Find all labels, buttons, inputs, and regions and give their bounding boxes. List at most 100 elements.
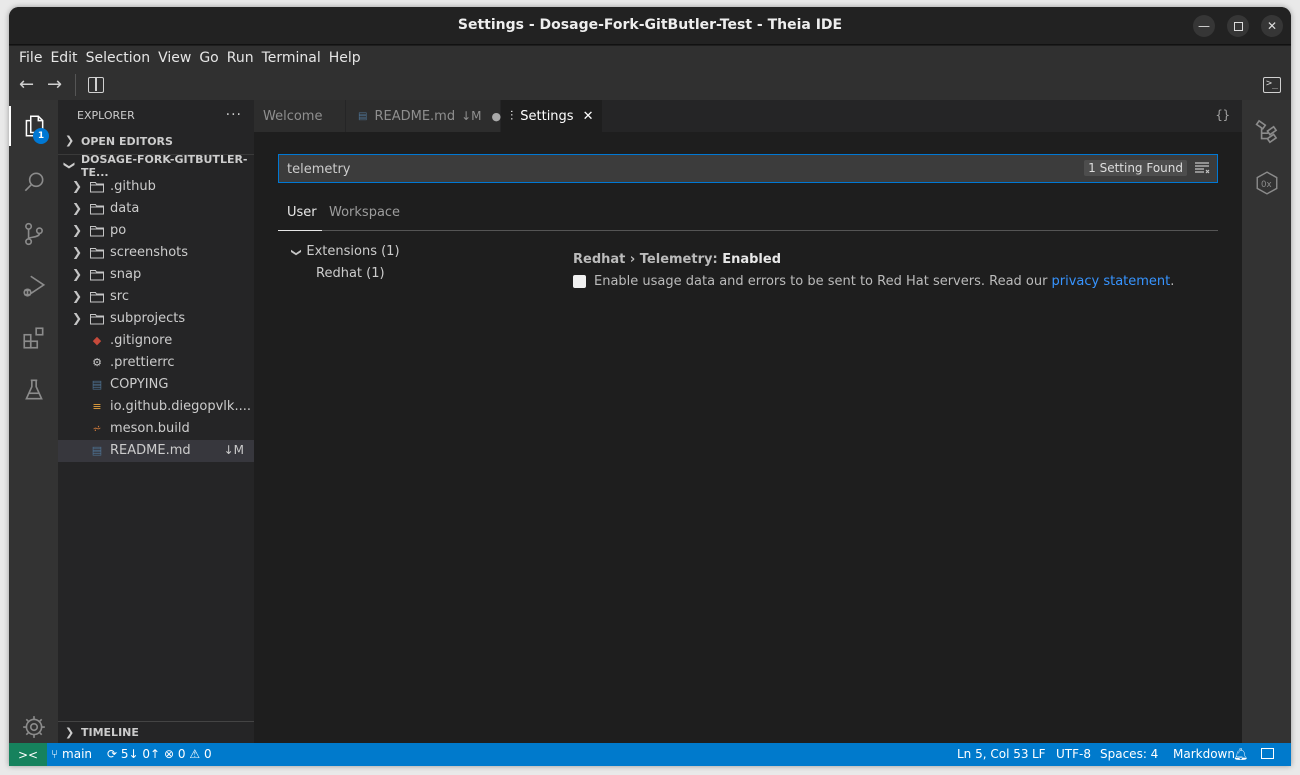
tree-label: snap [110, 267, 142, 282]
open-settings-json-icon[interactable]: {} [1216, 108, 1230, 122]
cursor-position[interactable]: Ln 5, Col 53 [957, 747, 1029, 761]
settings-scope-tabs: User Workspace [278, 198, 1218, 231]
tab-workspace[interactable]: Workspace [329, 205, 400, 220]
arrow-left-icon[interactable]: ← [19, 75, 34, 95]
tree-file[interactable]: ⩫ meson.build [58, 418, 254, 440]
title-bar: Settings - Dosage-Fork-GitButler-Test - … [9, 7, 1291, 45]
sync-count: 5↓ 0↑ [120, 747, 161, 761]
tree-label: data [110, 201, 140, 216]
tree-label: README.md [110, 443, 191, 458]
setting-description-trailing: . [1170, 274, 1175, 289]
open-editors-section[interactable]: ❯ OPEN EDITORS [58, 130, 254, 152]
tree-folder[interactable]: ❯ screenshots [58, 242, 254, 264]
toolbar-divider [75, 74, 76, 96]
flask-icon [24, 379, 43, 400]
activity-search[interactable] [9, 158, 58, 206]
markdown-icon: ▤ [358, 110, 368, 122]
tree-folder[interactable]: ❯ .github [58, 176, 254, 198]
tree-file[interactable]: ▤ COPYING [58, 374, 254, 396]
menu-help[interactable]: Help [326, 50, 366, 66]
status-bar: >< ⑂ main ⟳ 5↓ 0↑ ⊗ 0 ⚠ 0 Ln 5, Col 53 L… [9, 743, 1291, 766]
close-window-button[interactable]: ✕ [1261, 15, 1283, 37]
timeline-section[interactable]: ❯ TIMELINE [58, 721, 254, 743]
indent-indicator[interactable]: Spaces: 4 [1100, 747, 1158, 761]
toc-extensions[interactable]: ❯ Extensions (1) [290, 244, 400, 259]
dirty-dot-icon[interactable]: ● [492, 110, 502, 123]
activity-run-debug[interactable] [9, 262, 58, 310]
menu-edit[interactable]: Edit [47, 50, 82, 66]
meson-icon: ⩫ [92, 422, 102, 435]
tab-welcome[interactable]: Welcome [254, 100, 346, 132]
menu-go[interactable]: Go [196, 50, 223, 66]
warning-icon: ⚠ [189, 747, 201, 761]
problems-indicator[interactable]: ⊗ 0 ⚠ 0 [164, 747, 212, 761]
privacy-statement-link[interactable]: privacy statement [1051, 274, 1170, 289]
tab-user[interactable]: User [287, 205, 317, 220]
maximize-button[interactable] [1227, 15, 1249, 37]
activity-testing[interactable] [9, 366, 58, 414]
tree-file[interactable]: ≡ io.github.diegopvlk.... [58, 396, 254, 418]
menu-file[interactable]: File [16, 50, 47, 66]
tree-label: src [110, 289, 129, 304]
project-section[interactable]: ❯ DOSAGE-FORK-GITBUTLER-TE... [58, 153, 254, 179]
setting-description-text: Enable usage data and errors to be sent … [594, 274, 1048, 289]
more-actions-icon[interactable]: ··· [226, 107, 242, 123]
activity-source-control[interactable] [9, 210, 58, 258]
arrow-right-icon[interactable]: → [47, 75, 62, 95]
activity-explorer[interactable]: 1 [9, 102, 58, 150]
telemetry-enabled-checkbox[interactable] [573, 275, 586, 288]
tab-decoration: ↓M [461, 109, 482, 123]
activity-extensions[interactable] [9, 314, 58, 362]
right-outline-view[interactable] [1242, 107, 1291, 155]
tree-file[interactable]: ⚙ .prettierrc [58, 352, 254, 374]
clear-filter-icon[interactable] [1194, 161, 1210, 175]
ide-window: Settings - Dosage-Fork-GitButler-Test - … [9, 7, 1291, 766]
activity-bar: 1 [9, 100, 58, 743]
remote-indicator[interactable]: >< [9, 743, 47, 766]
eol-indicator[interactable]: LF [1032, 747, 1046, 761]
tab-settings[interactable]: ⫶ Settings ✕ [501, 100, 603, 132]
window-title: Settings - Dosage-Fork-GitButler-Test - … [457, 17, 843, 33]
right-memory-view[interactable]: 0x [1242, 159, 1291, 207]
setting-name: Enabled [722, 252, 781, 267]
timeline-label: TIMELINE [81, 726, 139, 739]
tab-readme[interactable]: ▤ README.md ↓M ● [346, 100, 501, 132]
chevron-down-icon: ❯ [290, 248, 302, 257]
tab-label: README.md [374, 108, 456, 124]
svg-text:0x: 0x [1261, 180, 1272, 190]
tree-folder[interactable]: ❯ subprojects [58, 308, 254, 330]
sync-indicator[interactable]: ⟳ 5↓ 0↑ [107, 747, 160, 761]
menu-terminal[interactable]: Terminal [259, 50, 326, 66]
menu-view[interactable]: View [155, 50, 196, 66]
settings-search-input[interactable] [287, 160, 1067, 178]
tree-label: .prettierrc [110, 355, 175, 370]
split-editor-icon[interactable] [88, 77, 104, 93]
bell-icon[interactable]: 🔔︎ [1233, 747, 1248, 761]
results-count: 1 Setting Found [1084, 160, 1187, 176]
panel-toggle-icon[interactable] [1261, 748, 1274, 759]
run-debug-icon [22, 275, 45, 297]
minimize-button[interactable]: — [1193, 15, 1215, 37]
toc-redhat[interactable]: Redhat (1) [316, 266, 385, 281]
tree-folder[interactable]: ❯ data [58, 198, 254, 220]
terminal-icon[interactable]: >_ [1263, 77, 1281, 93]
branch-indicator[interactable]: ⑂ main [51, 747, 92, 761]
tree-file[interactable]: ▤ README.md ↓M [58, 440, 254, 462]
tree-folder[interactable]: ❯ src [58, 286, 254, 308]
menu-run[interactable]: Run [224, 50, 259, 66]
encoding-indicator[interactable]: UTF-8 [1056, 747, 1091, 761]
tree-file[interactable]: ◆ .gitignore [58, 330, 254, 352]
folder-icon [90, 314, 104, 325]
menu-selection[interactable]: Selection [83, 50, 156, 66]
close-tab-icon[interactable]: ✕ [583, 109, 594, 124]
explorer-badge: 1 [33, 128, 49, 144]
tree-label: meson.build [110, 421, 190, 436]
sync-icon: ⟳ [107, 747, 118, 761]
setting-category: Redhat › Telemetry: [573, 252, 723, 267]
extensions-icon [22, 327, 43, 349]
tree-label: .github [110, 179, 156, 194]
language-indicator[interactable]: Markdown [1173, 747, 1235, 761]
folder-icon [90, 182, 104, 193]
tree-folder[interactable]: ❯ po [58, 220, 254, 242]
tree-folder[interactable]: ❯ snap [58, 264, 254, 286]
